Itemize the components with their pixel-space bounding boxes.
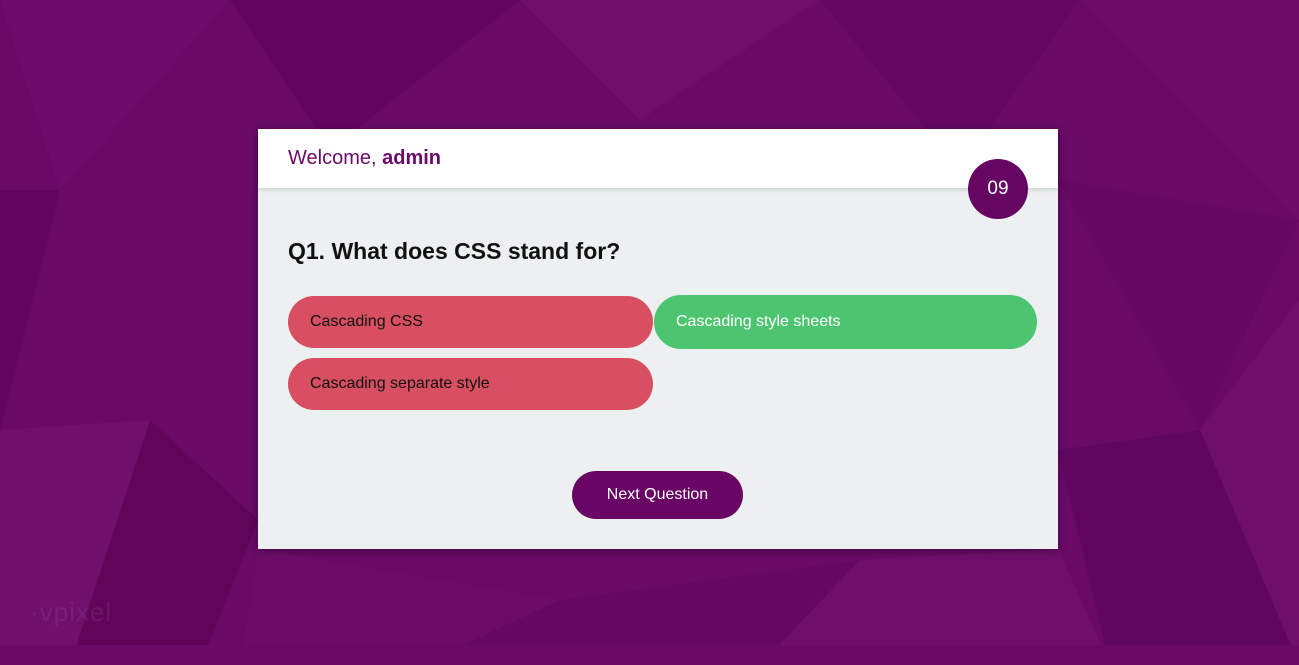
option-cascading-style-sheets[interactable]: Cascading style sheets [654, 295, 1037, 349]
card-header: Welcome, admin [258, 129, 1058, 188]
option-label: Cascading style sheets [676, 313, 841, 330]
watermark-logo: ·vpixel [30, 597, 113, 627]
welcome-message: Welcome, admin [288, 147, 441, 170]
welcome-greeting: Welcome, [288, 147, 377, 169]
option-label: Cascading CSS [310, 313, 423, 330]
option-cascading-css[interactable]: Cascading CSS [288, 296, 653, 348]
next-question-button[interactable]: Next Question [572, 471, 743, 519]
quiz-card: Welcome, admin 09 Q1. What does CSS stan… [258, 129, 1058, 549]
option-cascading-separate-style[interactable]: Cascading separate style [288, 358, 653, 410]
welcome-username: admin [382, 147, 442, 169]
question-text: Q1. What does CSS stand for? [288, 238, 621, 264]
option-label: Cascading separate style [310, 375, 490, 392]
countdown-timer: 09 [968, 159, 1028, 219]
